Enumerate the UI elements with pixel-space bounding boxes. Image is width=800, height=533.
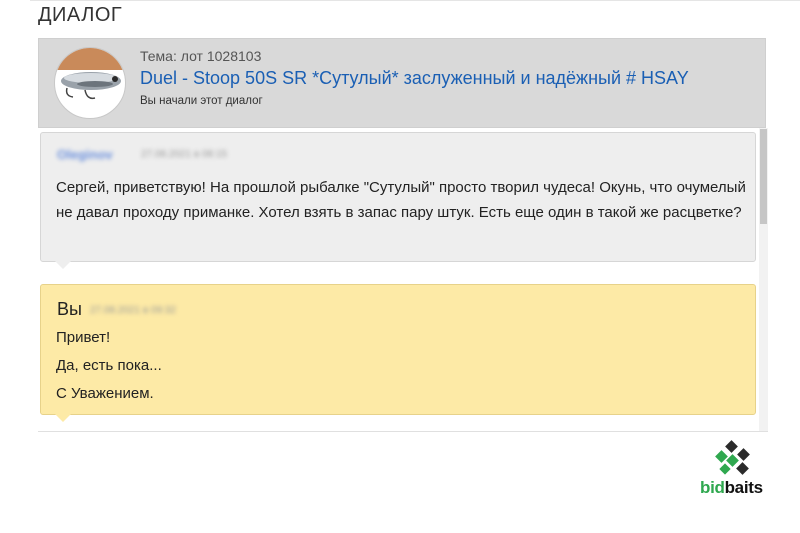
bubble-tail — [55, 414, 71, 422]
lure-image-icon — [55, 48, 125, 100]
message-line: С Уважением. — [56, 385, 154, 402]
thread-scrollbar[interactable] — [759, 128, 768, 431]
message-timestamp: 27.08.2021 в 09:32 — [90, 305, 176, 316]
lot-title-link[interactable]: Duel - Stoop 50S SR *Сутулый* заслуженны… — [140, 68, 689, 89]
bubble-tail — [55, 261, 71, 269]
topic-card: Тема: лот 1028103 Duel - Stoop 50S SR *С… — [38, 38, 766, 128]
message-line: Привет! — [56, 329, 111, 346]
message-thread: Oleginov 27.08.2021 в 08:15 Сергей, прив… — [38, 128, 768, 432]
sender-name[interactable]: Oleginov — [57, 147, 113, 162]
topic-label: Тема: лот 1028103 — [140, 48, 262, 64]
bidbaits-logo-icon — [715, 440, 750, 475]
lot-thumbnail[interactable] — [54, 47, 126, 119]
bidbaits-logo: bidbaits — [700, 440, 768, 500]
sender-name-you: Вы — [57, 299, 82, 319]
dialog-started-note: Вы начали этот диалог — [140, 95, 263, 107]
thread-bottom-divider — [38, 431, 768, 432]
outgoing-message: Вы 27.08.2021 в 09:32 Привет! Да, есть п… — [40, 284, 756, 422]
scrollbar-thumb[interactable] — [760, 129, 767, 224]
bidbaits-wordmark: bidbaits — [700, 478, 763, 497]
message-timestamp: 27.08.2021 в 08:15 — [141, 149, 227, 160]
message-text: Сергей, приветствую! На прошлой рыбалке … — [56, 179, 746, 221]
page-title: ДИАЛОГ — [38, 4, 123, 26]
top-divider — [30, 0, 800, 1]
message-line: Да, есть пока... — [56, 357, 162, 374]
incoming-message: Oleginov 27.08.2021 в 08:15 Сергей, прив… — [40, 132, 756, 269]
